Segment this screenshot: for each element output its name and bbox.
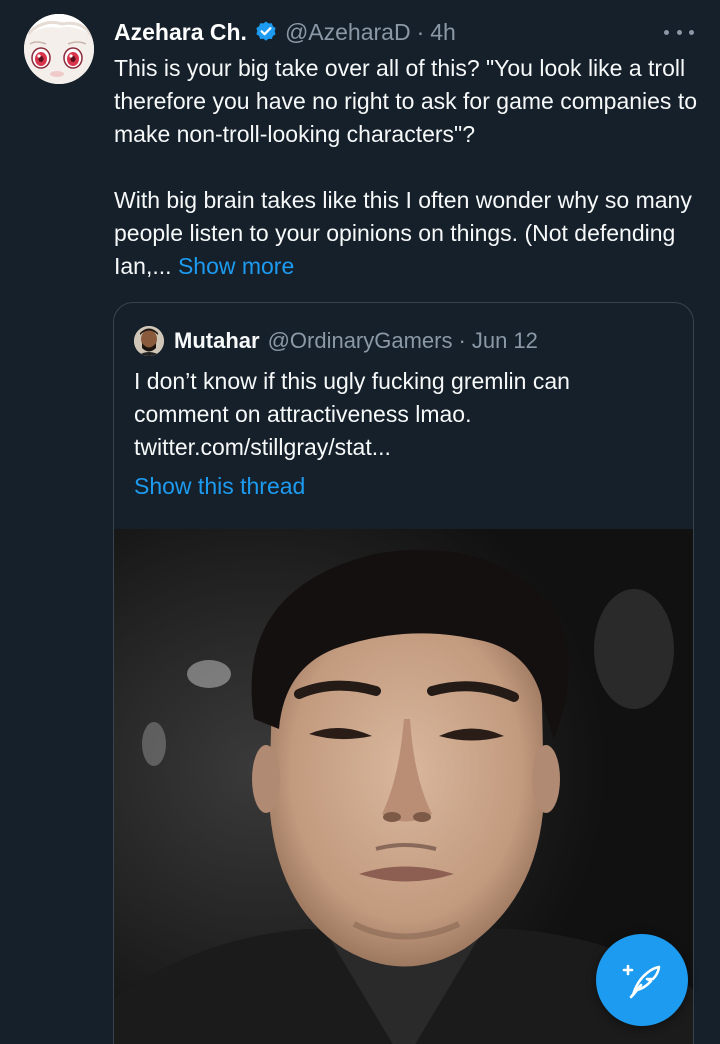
compose-tweet-button[interactable] — [596, 934, 688, 1026]
quoted-author-handle: @OrdinaryGamers — [267, 328, 453, 353]
author-display-name[interactable]: Azehara Ch. — [114, 19, 247, 46]
tweet-paragraph: This is your big take over all of this? … — [114, 55, 697, 147]
quoted-tweet-link[interactable]: twitter.com/stillgray/stat... — [134, 431, 674, 464]
tweet-detail-page: Azehara Ch. @AzeharaD · 4h This is your … — [0, 0, 720, 1044]
quoted-tweet-card[interactable]: Mutahar @OrdinaryGamers · Jun 12 I don’t… — [113, 302, 694, 1044]
tweet-timestamp[interactable]: 4h — [430, 19, 456, 46]
author-avatar[interactable] — [24, 14, 94, 84]
quoted-author-avatar — [134, 326, 164, 356]
quoted-author-display-name: Mutahar — [174, 328, 260, 353]
show-more-link[interactable]: Show more — [178, 253, 294, 279]
tweet-text: This is your big take over all of this? … — [114, 52, 704, 283]
show-thread-link[interactable]: Show this thread — [134, 470, 305, 503]
quoted-header-separator: · — [458, 328, 466, 353]
header-separator: · — [416, 18, 425, 45]
author-handle[interactable]: @AzeharaD — [285, 19, 411, 46]
quoted-tweet-text: I don’t know if this ugly fucking gremli… — [134, 365, 674, 464]
quoted-tweet-line: comment on attractiveness lmao. — [134, 401, 472, 427]
quoted-tweet-timestamp: Jun 12 — [471, 328, 538, 353]
quoted-tweet-line: I don’t know if this ugly fucking gremli… — [134, 368, 570, 394]
tweet-header: Azehara Ch. @AzeharaD · 4h — [114, 16, 456, 48]
verified-badge-icon — [254, 20, 278, 44]
tweet-paragraph: With big brain takes like this I often w… — [114, 184, 704, 283]
more-horizontal-icon[interactable] — [664, 20, 694, 44]
compose-feather-icon — [622, 964, 661, 999]
quoted-tweet-header: Mutahar @OrdinaryGamers · Jun 12 — [134, 325, 538, 357]
